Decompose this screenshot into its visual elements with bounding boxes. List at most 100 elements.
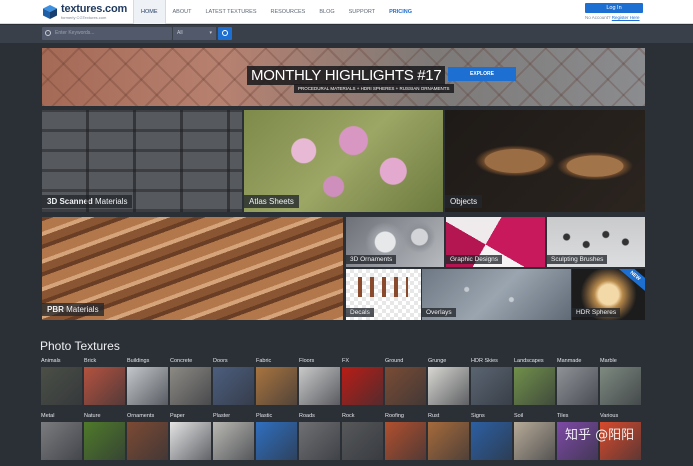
category-rust[interactable]: Rust bbox=[428, 412, 470, 460]
category-thumbnail[interactable] bbox=[256, 422, 297, 460]
category-plastic[interactable]: Plastic bbox=[256, 412, 298, 460]
tile-graphic-designs[interactable]: Graphic Designs bbox=[446, 217, 545, 267]
category-roads[interactable]: Roads bbox=[299, 412, 341, 460]
category-thumbnail[interactable] bbox=[84, 422, 125, 460]
category-thumbnail[interactable] bbox=[514, 422, 555, 460]
category-thumbnail[interactable] bbox=[428, 367, 469, 405]
tile-label-bold: 3D Scanned bbox=[47, 197, 93, 206]
tile-sculpting-brushes[interactable]: Sculpting Brushes bbox=[547, 217, 645, 267]
category-thumbnail[interactable] bbox=[170, 422, 211, 460]
category-label: Marble bbox=[600, 358, 617, 364]
monthly-highlights-banner[interactable]: MONTHLY HIGHLIGHTS #17 PROCEDURAL MATERI… bbox=[42, 48, 645, 106]
nav-latest-textures[interactable]: LATEST TEXTURES bbox=[198, 0, 263, 24]
category-thumbnail[interactable] bbox=[471, 422, 512, 460]
category-thumbnail[interactable] bbox=[84, 367, 125, 405]
category-thumbnail[interactable] bbox=[41, 422, 82, 460]
new-badge: NEW bbox=[616, 269, 645, 293]
category-manmade[interactable]: Manmade bbox=[557, 357, 599, 405]
tile-hdr-spheres[interactable]: NEW HDR Spheres bbox=[572, 269, 645, 320]
category-thumbnail[interactable] bbox=[600, 367, 641, 405]
category-thumbnail[interactable] bbox=[342, 422, 383, 460]
category-label: Concrete bbox=[170, 358, 193, 364]
category-thumbnail[interactable] bbox=[299, 367, 340, 405]
category-landscapes[interactable]: Landscapes bbox=[514, 357, 556, 405]
category-grunge[interactable]: Grunge bbox=[428, 357, 470, 405]
category-label: Ground bbox=[385, 358, 404, 364]
register-link[interactable]: Register Here bbox=[612, 15, 640, 20]
search-icon bbox=[222, 30, 228, 36]
tile-label: Objects bbox=[445, 195, 483, 208]
search-input[interactable]: Enter Keywords... bbox=[42, 27, 172, 40]
nav-pricing[interactable]: PRICING bbox=[382, 0, 419, 24]
category-thumbnail[interactable] bbox=[514, 367, 555, 405]
category-thumbnail[interactable] bbox=[127, 367, 168, 405]
nav-about[interactable]: ABOUT bbox=[166, 0, 199, 24]
logo-name: textures.com bbox=[61, 3, 128, 15]
category-concrete[interactable]: Concrete bbox=[170, 357, 212, 405]
nav-resources[interactable]: RESOURCES bbox=[264, 0, 313, 24]
category-nature[interactable]: Nature bbox=[84, 412, 126, 460]
category-label: Floors bbox=[299, 358, 315, 364]
nav-support[interactable]: SUPPORT bbox=[342, 0, 383, 24]
category-label: Rust bbox=[428, 413, 440, 419]
tile-objects[interactable]: Objects bbox=[445, 110, 645, 212]
category-buildings[interactable]: Buildings bbox=[127, 357, 169, 405]
category-label: Roads bbox=[299, 413, 315, 419]
category-label: Paper bbox=[170, 413, 185, 419]
category-fx[interactable]: FX bbox=[342, 357, 384, 405]
category-paper[interactable]: Paper bbox=[170, 412, 212, 460]
category-thumbnail[interactable] bbox=[385, 422, 426, 460]
category-label: Tiles bbox=[557, 413, 569, 419]
tile-decals[interactable]: Decals bbox=[346, 269, 421, 320]
tile-pbr-materials[interactable]: PBR Materials bbox=[42, 217, 343, 320]
category-thumbnail[interactable] bbox=[213, 422, 254, 460]
category-ground[interactable]: Ground bbox=[385, 357, 427, 405]
category-label: Various bbox=[600, 413, 619, 419]
category-rock[interactable]: Rock bbox=[342, 412, 384, 460]
explore-button[interactable]: EXPLORE bbox=[448, 67, 516, 81]
tile-label: Decals bbox=[346, 308, 374, 317]
category-hdr-skies[interactable]: HDR Skies bbox=[471, 357, 513, 405]
tile-3d-scanned-materials[interactable]: 3D Scanned Materials bbox=[42, 110, 242, 212]
category-label: Brick bbox=[84, 358, 97, 364]
category-roofing[interactable]: Roofing bbox=[385, 412, 427, 460]
category-marble[interactable]: Marble bbox=[600, 357, 642, 405]
nav-home[interactable]: HOME bbox=[133, 0, 166, 24]
login-button[interactable]: Log In bbox=[585, 3, 643, 13]
search-button[interactable] bbox=[218, 27, 232, 40]
chevron-down-icon: ▾ bbox=[209, 30, 212, 36]
category-thumbnail[interactable] bbox=[256, 367, 297, 405]
category-animals[interactable]: Animals bbox=[41, 357, 83, 405]
nav-blog[interactable]: BLOG bbox=[312, 0, 341, 24]
category-thumbnail[interactable] bbox=[299, 422, 340, 460]
category-label: Rock bbox=[342, 413, 355, 419]
category-doors[interactable]: Doors bbox=[213, 357, 255, 405]
search-icon bbox=[45, 30, 51, 36]
tile-label-bold: PBR bbox=[47, 305, 64, 314]
category-floors[interactable]: Floors bbox=[299, 357, 341, 405]
category-thumbnail[interactable] bbox=[213, 367, 254, 405]
search-scope-value: All bbox=[177, 30, 183, 36]
category-thumbnail[interactable] bbox=[428, 422, 469, 460]
no-account-text: No Account? Register Here bbox=[585, 15, 640, 20]
tile-overlays[interactable]: Overlays bbox=[422, 269, 571, 320]
category-plaster[interactable]: Plaster bbox=[213, 412, 255, 460]
site-logo[interactable]: textures.com formerly CGTextures.com bbox=[42, 3, 132, 21]
category-thumbnail[interactable] bbox=[385, 367, 426, 405]
category-brick[interactable]: Brick bbox=[84, 357, 126, 405]
search-scope-select[interactable]: All ▾ bbox=[172, 27, 216, 40]
category-fabric[interactable]: Fabric bbox=[256, 357, 298, 405]
category-metal[interactable]: Metal bbox=[41, 412, 83, 460]
category-thumbnail[interactable] bbox=[41, 367, 82, 405]
category-signs[interactable]: Signs bbox=[471, 412, 513, 460]
category-thumbnail[interactable] bbox=[471, 367, 512, 405]
category-thumbnail[interactable] bbox=[342, 367, 383, 405]
tile-atlas-sheets[interactable]: Atlas Sheets bbox=[244, 110, 443, 212]
category-soil[interactable]: Soil bbox=[514, 412, 556, 460]
tile-label: Sculpting Brushes bbox=[547, 255, 608, 264]
category-thumbnail[interactable] bbox=[170, 367, 211, 405]
category-thumbnail[interactable] bbox=[557, 367, 598, 405]
tile-3d-ornaments[interactable]: 3D Ornaments bbox=[346, 217, 444, 267]
category-ornaments[interactable]: Ornaments bbox=[127, 412, 169, 460]
category-thumbnail[interactable] bbox=[127, 422, 168, 460]
